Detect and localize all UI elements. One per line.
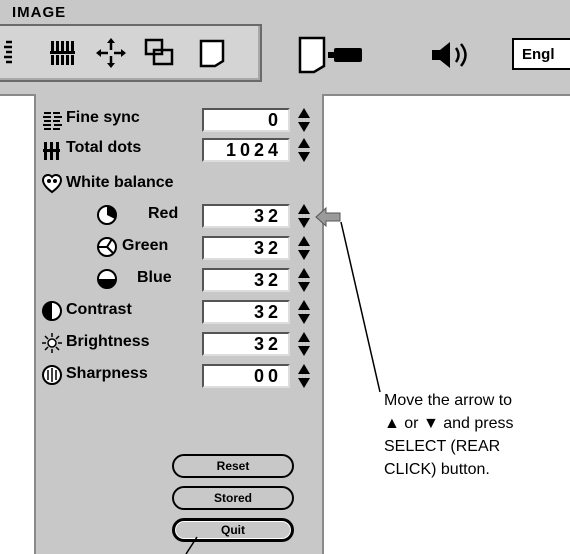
brightness-updown-icon[interactable] bbox=[297, 331, 311, 357]
red-value[interactable]: 32 bbox=[202, 204, 290, 228]
blue-icon bbox=[97, 269, 117, 289]
sharpness-icon bbox=[42, 365, 62, 385]
brightness-value[interactable]: 32 bbox=[202, 332, 290, 356]
fine-sync-value[interactable]: 0 bbox=[202, 108, 290, 132]
row-label-brightness: Brightness bbox=[66, 333, 150, 350]
red-icon bbox=[97, 205, 117, 225]
row-label-total-dots: Total dots bbox=[66, 139, 142, 156]
reset-button[interactable]: Reset bbox=[172, 454, 294, 478]
sharpness-updown-icon[interactable] bbox=[297, 363, 311, 389]
stored-button[interactable]: Stored bbox=[172, 486, 294, 510]
red-updown-icon[interactable] bbox=[297, 203, 311, 229]
total-dots-updown-icon[interactable] bbox=[297, 137, 311, 163]
instruction-line-3: SELECT (REAR bbox=[384, 438, 501, 455]
row-label-fine-sync: Fine sync bbox=[66, 109, 140, 126]
total-dots-value[interactable]: 1024 bbox=[202, 138, 290, 162]
instruction-line-1: Move the arrow to bbox=[384, 392, 513, 409]
contrast-icon bbox=[42, 301, 62, 321]
blue-updown-icon[interactable] bbox=[297, 267, 311, 293]
contrast-value[interactable]: 32 bbox=[202, 300, 290, 324]
white-balance-icon bbox=[41, 174, 63, 194]
projector-setting-icon[interactable] bbox=[294, 34, 366, 76]
row-label-red: Red bbox=[148, 205, 179, 222]
image-adjust-panel bbox=[34, 94, 324, 554]
row-label-green: Green bbox=[122, 237, 169, 254]
green-updown-icon[interactable] bbox=[297, 235, 311, 261]
fine-sync-icon bbox=[43, 112, 62, 130]
language-field[interactable]: Engl bbox=[512, 38, 570, 70]
row-label-contrast: Contrast bbox=[66, 301, 132, 318]
green-icon bbox=[97, 237, 117, 257]
fine-sync-updown-icon[interactable] bbox=[297, 107, 311, 133]
blue-value[interactable]: 32 bbox=[202, 268, 290, 292]
brightness-icon bbox=[42, 333, 62, 353]
contrast-updown-icon[interactable] bbox=[297, 299, 311, 325]
screen-menu-icon[interactable] bbox=[196, 36, 230, 70]
instruction-line-2: ▲ or ▼ and press bbox=[384, 415, 514, 432]
sound-icon[interactable] bbox=[428, 38, 476, 72]
quit-button[interactable]: Quit bbox=[172, 518, 294, 542]
row-label-blue: Blue bbox=[137, 269, 172, 286]
sharpness-value[interactable]: 00 bbox=[202, 364, 290, 388]
left-arrow-pointer-icon bbox=[315, 206, 341, 228]
position-menu-icon[interactable] bbox=[94, 36, 128, 70]
pc-adjust-menu-icon[interactable] bbox=[142, 36, 176, 70]
instruction-note: Move the arrow to ▲ or ▼ and press SELEC… bbox=[384, 389, 570, 481]
total-dots-icon bbox=[43, 142, 60, 160]
fine-sync-menu-icon[interactable] bbox=[0, 36, 34, 70]
instruction-line-4: CLICK) button. bbox=[384, 461, 490, 478]
row-label-sharpness: Sharpness bbox=[66, 365, 148, 382]
green-value[interactable]: 32 bbox=[202, 236, 290, 260]
menu-title: IMAGE bbox=[12, 4, 67, 21]
row-label-white-balance: White balance bbox=[66, 174, 174, 191]
total-dots-menu-icon[interactable] bbox=[46, 36, 80, 70]
